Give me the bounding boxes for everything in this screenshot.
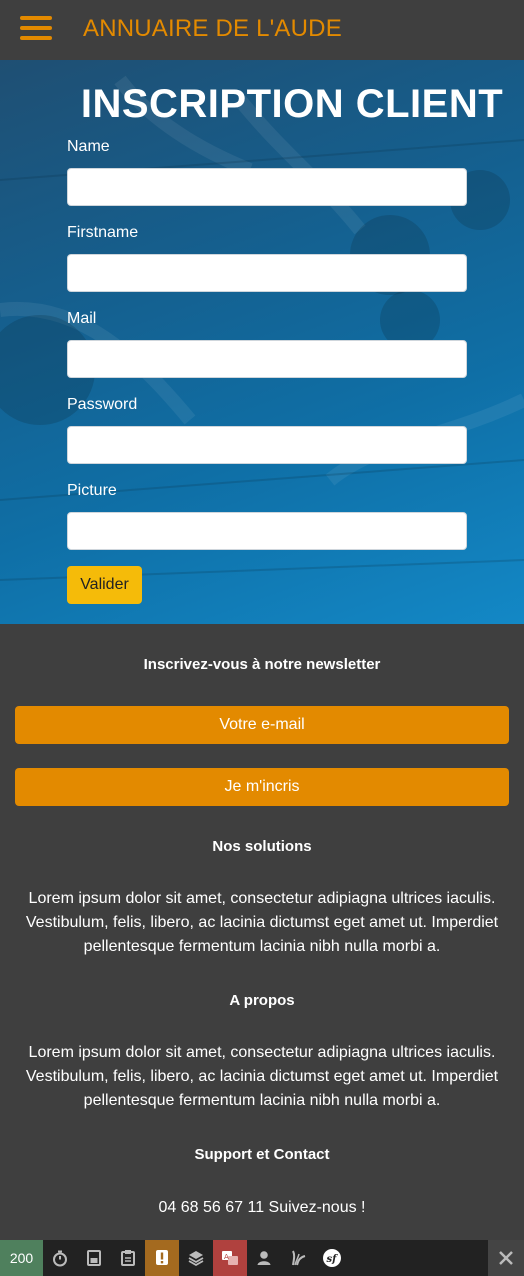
mail-input[interactable] (67, 340, 467, 378)
svg-text:A: A (224, 1253, 229, 1261)
about-text: Lorem ipsum dolor sit amet, consectetur … (25, 1044, 499, 1109)
hamburger-bar (20, 16, 52, 20)
hamburger-bar (20, 26, 52, 30)
warning-icon[interactable] (145, 1240, 179, 1276)
layers-icon[interactable] (179, 1240, 213, 1276)
svg-text:sf: sf (327, 1254, 339, 1265)
newsletter-email-input[interactable]: Votre e-mail (15, 706, 509, 744)
memory-icon[interactable] (77, 1240, 111, 1276)
timer-icon[interactable] (43, 1240, 77, 1276)
about-heading: A propos (229, 992, 295, 1009)
name-label: Name (67, 138, 110, 155)
mail-label: Mail (67, 310, 97, 327)
password-input[interactable] (67, 426, 467, 464)
solutions-text: Lorem ipsum dolor sit amet, consectetur … (25, 890, 499, 955)
contact-heading: Support et Contact (194, 1146, 330, 1163)
status-code-badge[interactable]: 200 (0, 1240, 43, 1276)
page-title: INSCRIPTION CLIENT (80, 82, 504, 126)
debug-toolbar: 200 A sf (0, 1240, 524, 1276)
firstname-label: Firstname (67, 224, 139, 241)
site-brand-link[interactable]: ANNUAIRE DE L'AUDE (83, 15, 342, 43)
translation-icon[interactable]: A (213, 1240, 247, 1276)
contact-text: 04 68 56 67 11 Suivez-nous ! (158, 1199, 366, 1216)
firstname-input[interactable] (67, 254, 467, 292)
solutions-heading: Nos solutions (212, 838, 312, 855)
clipboard-icon[interactable] (111, 1240, 145, 1276)
close-icon[interactable] (488, 1240, 524, 1276)
newsletter-heading: Inscrivez-vous à notre newsletter (143, 656, 381, 673)
password-label: Password (67, 396, 138, 413)
hamburger-bar (20, 36, 52, 40)
newsletter-subscribe-button[interactable]: Je m'incris (15, 768, 509, 806)
hero-section: INSCRIPTION CLIENT Name Firstname Mail P… (0, 60, 524, 624)
twig-icon[interactable] (281, 1240, 315, 1276)
top-navbar: ANNUAIRE DE L'AUDE (0, 0, 524, 60)
submit-button[interactable]: Valider (67, 566, 142, 604)
hamburger-menu-icon[interactable] (20, 16, 52, 40)
picture-input[interactable] (67, 512, 467, 550)
user-icon[interactable] (247, 1240, 281, 1276)
name-input[interactable] (67, 168, 467, 206)
picture-label: Picture (67, 482, 117, 499)
symfony-icon[interactable]: sf (315, 1240, 349, 1276)
